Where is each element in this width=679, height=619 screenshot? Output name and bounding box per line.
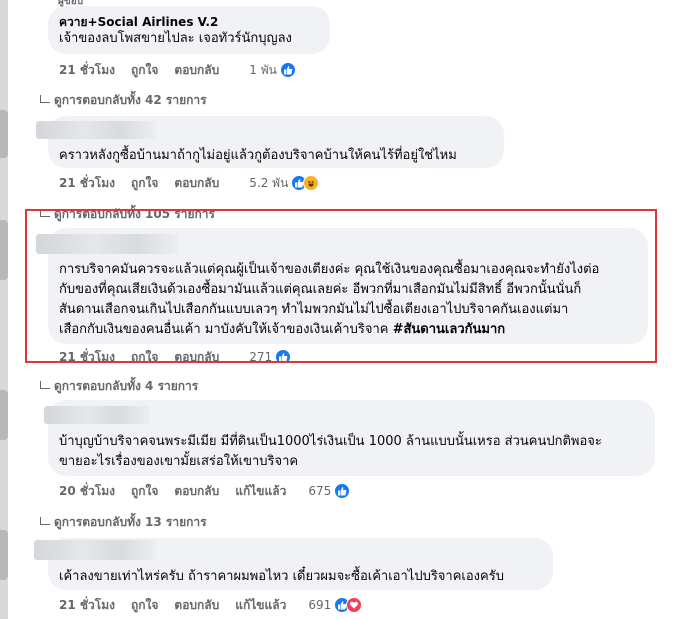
view-replies-label: ดูการตอบกลับทั้ง 42 รายการ — [54, 93, 207, 107]
view-replies-label: ดูการตอบกลับทั้ง 4 รายการ — [54, 379, 199, 393]
comment-text: เจ้าของลบโพสขายไปละ เจอทัวร์นักบุญลง — [59, 31, 292, 46]
comment-text: คราวหลังกูซื้อบ้านมาถ้ากูไม่อยู่แล้วกูต้… — [59, 148, 457, 163]
heart-icon — [346, 597, 363, 613]
like-button[interactable]: ถูกใจ — [131, 174, 158, 193]
comment-text-line: ขายอะไรเรื่องของเขามั้ยเสร่อให้เขาบริจาค — [59, 454, 299, 469]
avatar — [0, 110, 8, 158]
comment-meta: 21 ชั่วโมง ถูกใจ ตอบกลับ 1 พัน — [59, 61, 296, 79]
timestamp[interactable]: 20 ชั่วโมง — [59, 482, 115, 501]
comment-meta: 21 ชั่วโมง ถูกใจ ตอบกลับ แก้ไขแล้ว 691 — [59, 596, 363, 615]
avatar — [0, 530, 8, 580]
timestamp[interactable]: 21 ชั่วโมง — [59, 596, 115, 615]
blurred-author-name — [36, 121, 156, 139]
like-button[interactable]: ถูกใจ — [131, 482, 158, 501]
reaction-summary[interactable]: 5.2 พัน — [249, 174, 320, 193]
reply-button[interactable]: ตอบกลับ — [174, 596, 219, 615]
highlight-box — [25, 209, 657, 363]
avatar — [0, 220, 8, 280]
reply-button[interactable]: ตอบกลับ — [174, 174, 219, 193]
reply-arrow-icon — [40, 94, 50, 103]
view-replies-label: ดูการตอบกลับทั้ง 13 รายการ — [54, 515, 207, 529]
reaction-count: 691 — [308, 598, 332, 612]
view-replies-link[interactable]: ดูการตอบกลับทั้ง 4 รายการ — [40, 377, 198, 396]
thumbs-up-icon — [279, 62, 296, 78]
view-replies-link[interactable]: ดูการตอบกลับทั้ง 42 รายการ — [40, 91, 207, 110]
blurred-author-name — [34, 540, 156, 560]
reply-arrow-icon — [40, 380, 50, 389]
reply-button[interactable]: ตอบกลับ — [174, 61, 219, 80]
reaction-summary[interactable]: 1 พัน — [249, 61, 296, 80]
comment-text: เค้าลงขายเท่าไหร่ครับ ถ้าราคาผมพอไหว เดี… — [59, 569, 504, 584]
reaction-count: 5.2 พัน — [249, 175, 289, 190]
avatar-strip — [0, 0, 8, 619]
blurred-author-name — [44, 406, 150, 424]
reply-button[interactable]: ตอบกลับ — [174, 482, 219, 501]
screenshot-crop-mask — [40, 363, 340, 371]
avatar — [0, 390, 8, 440]
comment-meta: 20 ชั่วโมง ถูกใจ ตอบกลับ แก้ไขแล้ว 675 — [59, 482, 351, 501]
comment-text-line: บ้าบุญบ้าบริจาคจนพระมีเมีย มีที่ดินเป็น1… — [59, 434, 602, 449]
edited-label: แก้ไขแล้ว — [235, 597, 287, 612]
view-replies-link[interactable]: ดูการตอบกลับทั้ง 13 รายการ — [40, 513, 207, 532]
comment-meta: 21 ชั่วโมง ถูกใจ ตอบกลับ 5.2 พัน — [59, 174, 320, 193]
reaction-summary[interactable]: 691 — [308, 597, 363, 613]
reply-arrow-icon — [40, 516, 50, 525]
reaction-count: 675 — [308, 484, 332, 498]
reaction-count: 1 พัน — [249, 62, 277, 77]
like-button[interactable]: ถูกใจ — [131, 61, 158, 80]
like-button[interactable]: ถูกใจ — [131, 596, 158, 615]
thumbs-up-icon — [334, 483, 351, 499]
edited-label: แก้ไขแล้ว — [235, 483, 287, 498]
reaction-summary[interactable]: 675 — [308, 483, 351, 499]
timestamp[interactable]: 21 ชั่วโมง — [59, 174, 115, 193]
haha-face-icon — [303, 175, 320, 191]
timestamp[interactable]: 21 ชั่วโมง — [59, 61, 115, 80]
